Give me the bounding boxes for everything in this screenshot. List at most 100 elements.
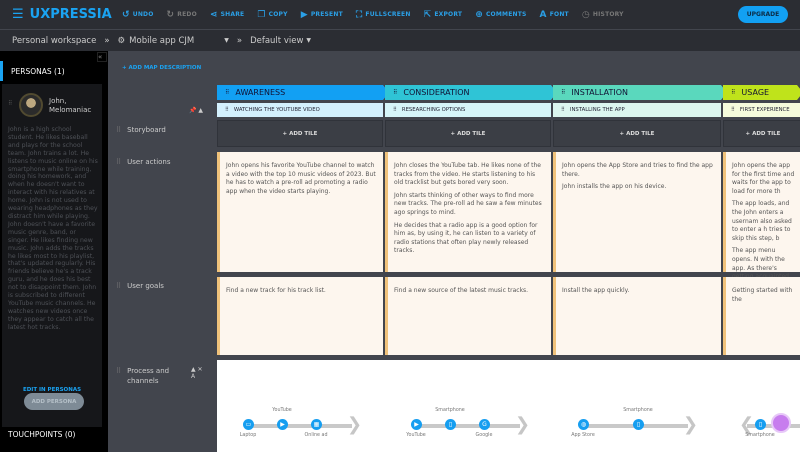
- toolbar-copy-button[interactable]: ❐ COPY: [257, 10, 287, 20]
- stage-usage[interactable]: ⠿ USAGE: [723, 85, 800, 100]
- drag-handle-icon[interactable]: ⠿: [731, 107, 735, 113]
- export-icon: ⇱: [423, 9, 432, 20]
- toolbar-comments-button[interactable]: ⊕ COMMENTS: [475, 10, 526, 20]
- hamburger-icon[interactable]: ☰: [12, 7, 24, 22]
- drag-handle-icon[interactable]: ⠿: [225, 89, 229, 96]
- substage-consideration[interactable]: ⠿ RESEARCHING OPTIONS: [385, 103, 551, 117]
- persona-description: John is a high school student. He likes …: [8, 126, 98, 331]
- add-map-description-button[interactable]: + ADD MAP DESCRIPTION: [122, 65, 201, 71]
- user-goal-text: Install the app quickly.: [562, 287, 630, 294]
- toolbar-undo-button[interactable]: ↺ UNDO: [122, 10, 154, 20]
- font-icon[interactable]: A: [191, 373, 195, 380]
- stage-consideration[interactable]: ⠿ CONSIDERATION: [385, 85, 557, 100]
- channel-label: Smartphone: [435, 408, 465, 413]
- add-tile-button[interactable]: + ADD TILE: [385, 120, 551, 147]
- row-controls: 📌 ▲: [189, 107, 203, 114]
- drag-handle-icon[interactable]: ⠿: [116, 281, 121, 291]
- drag-handle-icon[interactable]: ⠿: [116, 157, 121, 167]
- ad-icon[interactable]: ▦: [311, 419, 322, 430]
- user-action-text: The app loads, and the John enters a use…: [732, 200, 792, 242]
- view-selector[interactable]: Default view: [250, 36, 303, 46]
- collapse-up-icon[interactable]: ▲: [198, 107, 203, 114]
- close-icon[interactable]: ✕: [198, 366, 203, 373]
- upgrade-button[interactable]: UPGRADE: [738, 6, 788, 23]
- gear-icon[interactable]: ⚙: [118, 36, 126, 46]
- user-action-card[interactable]: John opens his favorite YouTube channel …: [217, 152, 383, 272]
- avatar: [19, 93, 43, 117]
- smartphone-icon[interactable]: ▯: [445, 419, 456, 430]
- youtube-icon[interactable]: ▶: [411, 419, 422, 430]
- breadcrumb-map[interactable]: Mobile app CJM: [129, 36, 194, 46]
- smartphone-icon[interactable]: ▯: [633, 419, 644, 430]
- toolbar-fullscreen-button[interactable]: ⛶ FULLSCREEN: [356, 10, 411, 20]
- toolbar-font-button[interactable]: A FONT: [540, 10, 569, 20]
- drag-handle-icon[interactable]: ⠿: [8, 100, 12, 107]
- chevron-double-right-icon: »: [236, 35, 243, 46]
- add-tile-button[interactable]: + ADD TILE: [553, 120, 721, 147]
- channel-label: App Store: [571, 433, 595, 438]
- row-label-user-actions[interactable]: ⠿ User actions: [116, 157, 171, 167]
- add-tile-button[interactable]: + ADD TILE: [723, 120, 800, 147]
- pin-icon[interactable]: 📌: [189, 107, 196, 114]
- substage-installation[interactable]: ⠿ INSTALLING THE APP: [553, 103, 721, 117]
- personas-header[interactable]: PERSONAS (1): [0, 61, 65, 81]
- redo-icon: ↻: [166, 9, 175, 20]
- laptop-icon[interactable]: ▭: [243, 419, 254, 430]
- user-action-card[interactable]: John closes the YouTube tab. He likes no…: [385, 152, 551, 272]
- add-tile-button[interactable]: + ADD TILE: [217, 120, 383, 147]
- user-action-card[interactable]: John opens the App Store and tries to fi…: [553, 152, 721, 272]
- user-action-text: John closes the YouTube tab. He likes no…: [394, 162, 541, 187]
- user-action-text: John starts thinking of other ways to fi…: [394, 191, 542, 216]
- toolbar-history-button[interactable]: ◷ HISTORY: [582, 10, 624, 20]
- substage-usage[interactable]: ⠿ FIRST EXPERIENCE: [723, 103, 800, 117]
- drag-handle-icon[interactable]: ⠿: [561, 107, 565, 113]
- touchpoints-header[interactable]: TOUCHPOINTS (0): [8, 430, 75, 439]
- toolbar-present-button[interactable]: ▶ PRESENT: [301, 10, 343, 20]
- substage-awareness[interactable]: ⠿ WATCHING THE YOUTUBE VIDEO: [217, 103, 383, 117]
- drag-handle-icon[interactable]: ⠿: [561, 89, 565, 96]
- user-goal-card[interactable]: Install the app quickly.: [553, 277, 721, 355]
- stage-installation[interactable]: ⠿ INSTALLATION: [553, 85, 727, 100]
- map-dropdown-icon[interactable]: ▼: [224, 37, 229, 44]
- breadcrumb: Personal workspace » ⚙ Mobile app CJM ▼ …: [0, 30, 800, 51]
- youtube-icon[interactable]: ▶: [277, 419, 288, 430]
- user-goal-card[interactable]: Getting started with the: [723, 277, 800, 355]
- logo[interactable]: ☰ UXPRESSIA: [12, 7, 112, 22]
- user-goal-text: Find a new track for his track list.: [226, 287, 326, 294]
- smartphone-icon[interactable]: ▯: [755, 419, 766, 430]
- persona-name: John, Melomaniac: [49, 97, 92, 114]
- collapse-sidebar-icon[interactable]: «: [97, 52, 107, 62]
- toolbar-redo-button[interactable]: ↻ REDO: [167, 10, 197, 20]
- drag-handle-icon[interactable]: ⠿: [393, 107, 397, 113]
- row-label-storyboard[interactable]: ⠿ Storyboard: [116, 125, 166, 135]
- drag-handle-icon[interactable]: ⠿: [225, 107, 229, 113]
- chat-widget-button[interactable]: [771, 413, 791, 433]
- drag-handle-icon[interactable]: ⠿: [393, 89, 397, 96]
- add-persona-button[interactable]: ADD PERSONA: [24, 393, 84, 410]
- persona-card[interactable]: ⠿ John, Melomaniac John is a high school…: [2, 84, 102, 427]
- collapse-up-icon[interactable]: ▲: [191, 366, 196, 373]
- channel-label: Laptop: [239, 433, 257, 438]
- row-label-process-channels[interactable]: ⠿ Process and channels: [116, 366, 171, 386]
- view-dropdown-icon[interactable]: ▼: [306, 37, 311, 44]
- channel-label: Google: [475, 433, 493, 438]
- drag-handle-icon[interactable]: ⠿: [731, 89, 735, 96]
- drag-handle-icon[interactable]: ⠿: [116, 125, 121, 135]
- user-action-text: John opens his favorite YouTube channel …: [226, 162, 376, 195]
- user-goal-text: Getting started with the: [732, 287, 793, 303]
- drag-handle-icon[interactable]: ⠿: [116, 366, 121, 386]
- history-icon: ◷: [581, 9, 590, 20]
- arrow-right-icon: ❯: [347, 414, 363, 435]
- user-action-card[interactable]: John opens the app for the first time an…: [723, 152, 800, 289]
- channel-label: Smartphone: [745, 433, 775, 438]
- toolbar-export-button[interactable]: ⇱ EXPORT: [424, 10, 463, 20]
- toolbar-share-button[interactable]: ⋖ SHARE: [210, 10, 244, 20]
- breadcrumb-workspace[interactable]: Personal workspace: [12, 36, 96, 46]
- row-label-user-goals[interactable]: ⠿ User goals: [116, 281, 164, 291]
- google-icon[interactable]: G: [479, 419, 490, 430]
- channel-label: Online ad: [304, 433, 328, 438]
- stage-awareness[interactable]: ⠿ AWARENESS: [217, 85, 389, 100]
- user-goal-card[interactable]: Find a new source of the latest music tr…: [385, 277, 551, 355]
- user-goal-card[interactable]: Find a new track for his track list.: [217, 277, 383, 355]
- globe-icon[interactable]: ◍: [578, 419, 589, 430]
